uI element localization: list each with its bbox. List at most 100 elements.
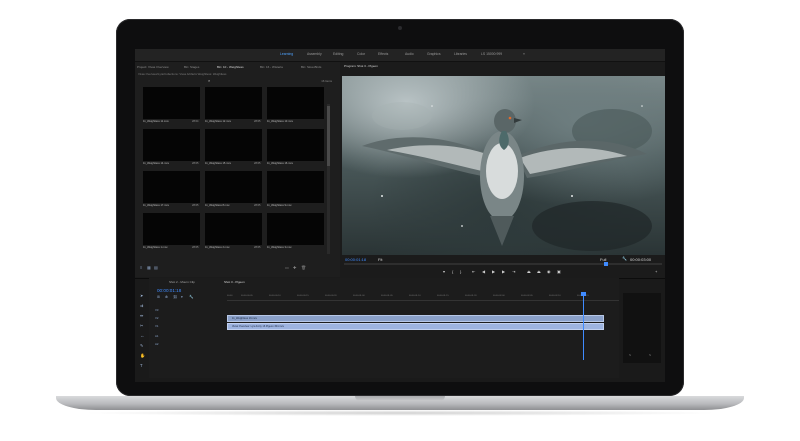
button-editor-icon[interactable]: + [655, 269, 657, 274]
meter-solo-right[interactable]: S [649, 353, 651, 357]
program-monitor-tab[interactable]: Program: Shot 3 - Pigeon [344, 64, 378, 68]
icon-view-icon[interactable]: ▦ [147, 265, 151, 270]
extract-icon[interactable]: ⏏ [537, 269, 541, 274]
tab-sequence-mourn[interactable]: Shot 2 - Mourn Clip [169, 280, 195, 284]
go-to-in-icon[interactable]: ⇤ [472, 269, 475, 274]
bin-scrollbar-thumb[interactable] [327, 106, 330, 166]
meter-solo-left[interactable]: S [629, 353, 631, 357]
sequence-timecode[interactable]: 00:00:01:18 [157, 288, 181, 293]
laptop-notch [355, 396, 445, 401]
clip-thumbnail[interactable] [267, 213, 324, 245]
track-v1-header[interactable]: V1 [155, 324, 158, 328]
clip-duration: 28:05 [192, 204, 199, 207]
ruler-tick: 00:00:01:00 [353, 295, 365, 297]
play-icon[interactable]: ▶ [492, 269, 495, 274]
tab-project[interactable]: Project: Vivas Overview [137, 65, 169, 69]
snap-icon[interactable]: ⋒ [165, 295, 168, 299]
workspace-audio[interactable]: Audio [405, 52, 414, 56]
track-a2-header[interactable]: A2 [155, 342, 158, 346]
program-current-time[interactable]: 00:00:01:18 [345, 257, 366, 262]
razor-tool-icon[interactable]: ✂ [140, 323, 144, 328]
clip-thumbnail[interactable] [267, 129, 324, 161]
timeline-clip[interactable]: 11_Weightless 16.mov [227, 315, 604, 322]
clip-thumbnail[interactable] [205, 213, 262, 245]
mark-in-icon[interactable]: { [452, 269, 453, 274]
pen-tool-icon[interactable]: ✎ [140, 343, 144, 348]
timeline-settings-icon[interactable]: 🔧 [189, 295, 193, 299]
bin-search-row: ⌕ 16 Items [138, 78, 336, 84]
ruler-tick: 00:00:01:20 [465, 295, 477, 297]
clip-name: 11_Weightless 12.mov [205, 120, 231, 123]
workspace-color[interactable]: Color [357, 52, 365, 56]
timeline-clip[interactable]: Vivas Overview: Lyra Forty 16 Pigeon 304… [227, 323, 604, 330]
clip-name: 11_Weightless 8.mov [205, 204, 230, 207]
clip-thumbnail[interactable] [143, 171, 200, 203]
add-marker-timeline-icon[interactable]: ▾ [181, 295, 183, 299]
clip-label: 11_Weightless 16.mov [232, 317, 258, 320]
playhead-handle[interactable] [581, 292, 586, 296]
lift-icon[interactable]: ⏏ [527, 269, 531, 274]
workspace-assembly[interactable]: Assembly [307, 52, 322, 56]
tab-bin-wisteria[interactable]: Bin: 16 - Wisteria [260, 65, 283, 69]
workspace-learning[interactable]: Learning [280, 52, 293, 56]
workspace-effects[interactable]: Effects [378, 52, 388, 56]
new-bin-icon[interactable]: ▭ [285, 265, 289, 270]
nest-toggle-icon[interactable]: ⊞ [157, 295, 160, 299]
clip-thumbnail[interactable] [205, 87, 262, 119]
clip-thumbnail[interactable] [143, 213, 200, 245]
linked-selection-icon[interactable]: ⛓ [173, 295, 178, 299]
add-marker-icon[interactable]: ▾ [443, 269, 445, 274]
clip-thumbnail[interactable] [143, 129, 200, 161]
track-v3-header[interactable]: V3 [155, 308, 158, 312]
step-back-icon[interactable]: ◀ [482, 269, 485, 274]
hand-tool-icon[interactable]: ✋ [140, 353, 145, 359]
clip-thumbnail[interactable] [205, 171, 262, 203]
tab-bin-weightless[interactable]: Bin: 10 - Weightless [217, 65, 244, 69]
ripple-edit-tool-icon[interactable]: ⇹ [140, 313, 144, 318]
ruler-tick: 00:00:01:15 [437, 295, 449, 297]
clip-thumbnail[interactable] [267, 171, 324, 203]
workspace-bar: Learning Assembly Editing Color Effects … [135, 49, 665, 62]
workspace-more-button[interactable]: » [523, 52, 525, 56]
clip-thumbnail[interactable] [143, 87, 200, 119]
type-tool-icon[interactable]: T [140, 363, 143, 368]
mark-out-icon[interactable]: } [460, 269, 461, 274]
clip-thumbnail[interactable] [267, 87, 324, 119]
clip-name: 11_Weightless 11.mov [143, 120, 169, 123]
freeform-view-icon[interactable]: ▤ [154, 265, 158, 270]
search-icon[interactable]: ⌕ [208, 78, 210, 83]
tab-bin-stages[interactable]: Bin: Stages [184, 65, 199, 69]
clip-duration: 28:04 [192, 120, 199, 123]
workspace-custom[interactable]: LS 15000:999 [481, 52, 502, 56]
workspace-editing[interactable]: Editing [333, 52, 343, 56]
clip-thumbnail[interactable] [205, 129, 262, 161]
comparison-view-icon[interactable]: ▣ [557, 269, 561, 274]
workspace-libraries[interactable]: Libraries [454, 52, 467, 56]
track-v2-header[interactable]: V2 [155, 316, 158, 320]
screen: Learning Assembly Editing Color Effects … [135, 49, 665, 382]
ruler-tick: 00:00:02:10 [549, 295, 561, 297]
list-view-icon[interactable]: ≡ [140, 265, 142, 270]
new-item-icon[interactable]: ✚ [293, 265, 296, 270]
ruler-tick: 00:00:02:00 [493, 295, 505, 297]
step-forward-icon[interactable]: ▶ [502, 269, 505, 274]
ruler-tick: 00:00:01:05 [381, 295, 393, 297]
selection-tool-icon[interactable]: ➤ [140, 293, 144, 298]
export-frame-icon[interactable]: ◉ [547, 269, 551, 274]
zoom-select[interactable]: Fit [378, 257, 382, 262]
clip-name: 11_Weightless 15.mov [205, 162, 231, 165]
tab-bin-slow-birds[interactable]: Bin: Slow-Birds [301, 65, 321, 69]
monitor-playhead[interactable] [604, 262, 608, 266]
track-select-tool-icon[interactable]: ⇉ [140, 303, 144, 308]
trash-icon[interactable]: 🗑 [301, 265, 306, 270]
go-to-out-icon[interactable]: ⇥ [512, 269, 515, 274]
wrench-icon[interactable]: 🔧 [622, 256, 627, 261]
ruler-tick: 00:00:01:10 [409, 295, 421, 297]
slip-tool-icon[interactable]: ↔ [140, 333, 144, 338]
time-ruler[interactable]: 00:00 00:00:00:05 00:00:00:10 00:00:00:1… [227, 294, 619, 301]
timeline-playhead[interactable] [583, 294, 584, 360]
track-a1-header[interactable]: A1 [155, 334, 158, 338]
monitor-scrub-bar[interactable] [344, 263, 662, 265]
workspace-graphics[interactable]: Graphics [427, 52, 441, 56]
tab-sequence-pigeon[interactable]: Shot 3 - Pigeon [224, 280, 245, 284]
